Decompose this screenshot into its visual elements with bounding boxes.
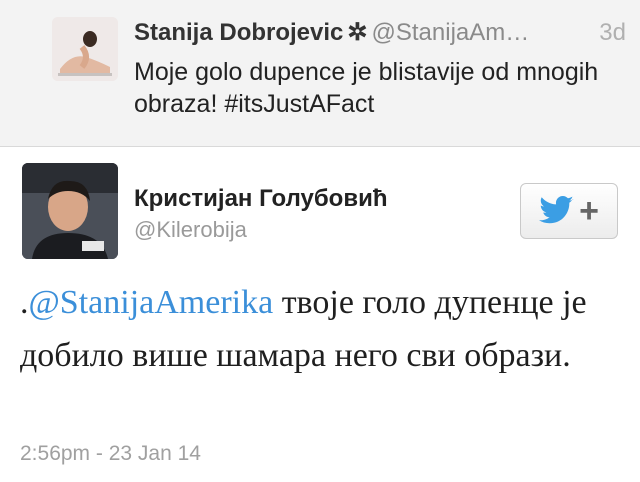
quoted-tweet-text: Moje golo dupence je blistavije od mnogi… <box>134 58 599 118</box>
quoted-tweet[interactable]: Stanija Dobrojevic ✲ @StanijaAm… 3d Moje g… <box>0 0 640 147</box>
follow-button[interactable]: + <box>520 183 618 239</box>
author-avatar[interactable] <box>22 163 118 259</box>
verified-icon: ✲ <box>347 19 368 46</box>
quoted-tweet-time: 3d <box>599 19 626 46</box>
tweet-text-prefix: . <box>20 284 29 321</box>
plus-icon: + <box>579 192 599 230</box>
tweet-timestamp[interactable]: 2:56pm - 23 Jan 14 <box>20 440 201 468</box>
quoted-author-name[interactable]: Stanija Dobrojevic <box>134 19 343 46</box>
author-name[interactable]: Кристијан Голубовић <box>134 184 388 214</box>
quoted-tweet-header: Stanija Dobrojevic ✲ @StanijaAm… 3d <box>134 18 626 48</box>
mention-link[interactable]: @StanijaAmerika <box>29 284 274 321</box>
tweet-text: .@StanijaAmerika твоје голо дупенце је д… <box>20 276 620 382</box>
quoted-author-avatar[interactable] <box>52 17 118 81</box>
twitter-bird-icon <box>539 196 574 224</box>
quoted-author-handle[interactable]: @StanijaAm… <box>372 19 530 46</box>
author-handle[interactable]: @Kilerobija <box>134 216 247 244</box>
